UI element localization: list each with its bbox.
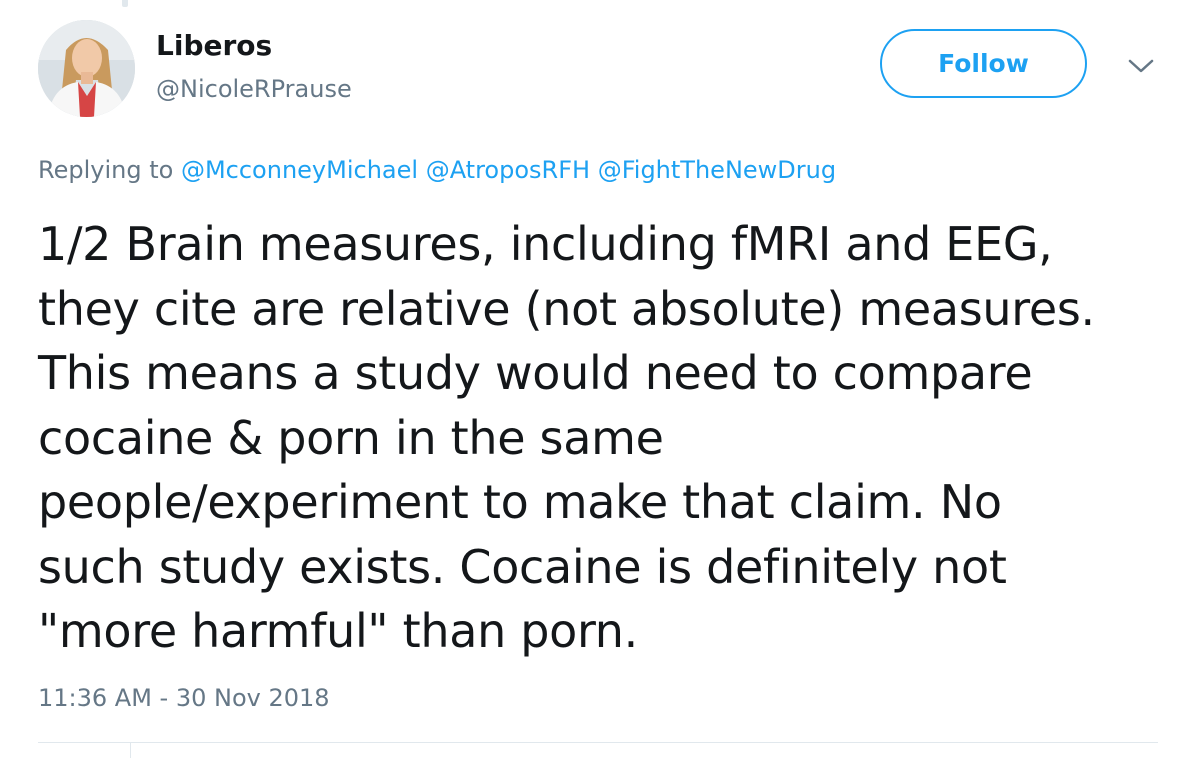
avatar-photo-icon [38,20,135,117]
avatar[interactable] [38,20,135,117]
display-name[interactable]: Liberos [156,28,272,64]
tweet-text-line: 1/2 Brain measures, including fMRI and E… [38,217,1053,271]
tweet-text-line: This means a study would need to compare [38,346,1033,400]
mention-link-mcconneymichael[interactable]: @McconneyMichael [181,156,418,184]
chevron-down-icon[interactable] [1126,55,1156,77]
tweet-text-line: "more harmful" than porn. [38,604,638,658]
tweet-card: Liberos @NicoleRPrause Follow Replying t… [0,0,1185,758]
tweet-text-line: people/experiment to make that claim. No [38,475,1002,529]
tweet-text-line: they cite are relative (not absolute) me… [38,281,1095,336]
tweet-text-line: such study exists. Cocaine is definitely… [38,539,1007,594]
mention-link-fightthenewdrug[interactable]: @FightTheNewDrug [598,156,836,184]
follow-button[interactable]: Follow [880,29,1087,98]
thread-connector [122,0,128,7]
tweet-timestamp[interactable]: 11:36 AM - 30 Nov 2018 [38,682,330,714]
replying-prefix: Replying to [38,156,174,184]
mention-link-atroposrfh[interactable]: @AtroposRFH [426,156,590,184]
user-handle[interactable]: @NicoleRPrause [156,73,352,105]
replying-to-line: Replying to @McconneyMichael @AtroposRFH… [38,154,836,186]
tweet-text: 1/2 Brain measures, including fMRI and E… [38,212,1168,664]
divider [38,742,1158,743]
stats-separator [130,743,131,758]
tweet-text-line: cocaine & porn in the same [38,410,664,465]
